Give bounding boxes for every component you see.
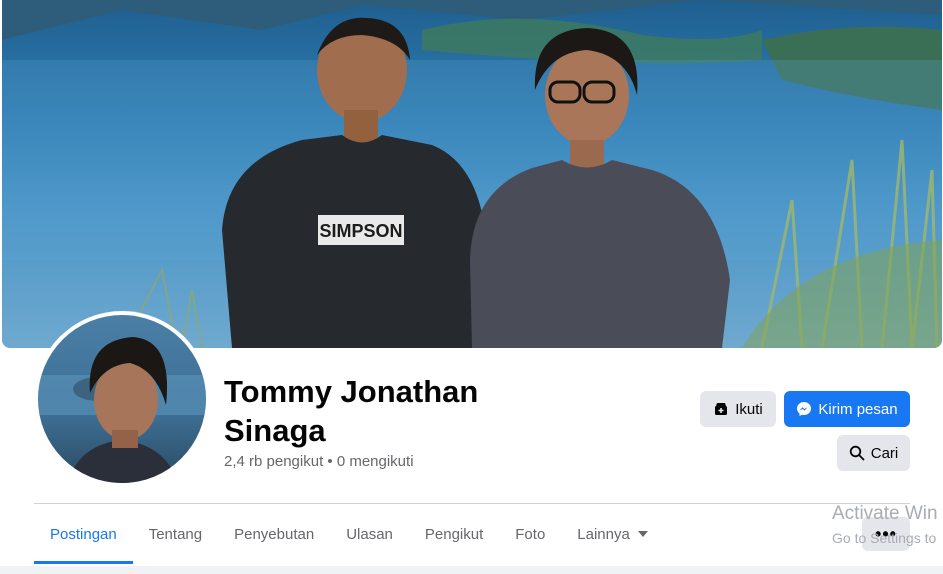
profile-tabs: Postingan Tentang Penyebutan Ulasan Peng… [34,505,664,565]
tab-pengikut[interactable]: Pengikut [409,505,499,563]
send-message-button[interactable]: Kirim pesan [784,391,910,427]
tab-tentang[interactable]: Tentang [133,505,218,563]
tab-label: Postingan [50,525,117,543]
profile-name: Tommy Jonathan Sinaga [224,374,479,448]
tab-label: Tentang [148,525,203,543]
cover-photo[interactable]: SIMPSON [2,0,942,348]
search-icon [849,445,865,461]
follow-button[interactable]: Ikuti [700,391,776,427]
follow-icon [715,403,728,415]
follower-stats[interactable]: 2,4 rb pengikut • 0 mengikuti [224,453,414,470]
tab-foto[interactable]: Foto [499,505,561,563]
tab-postingan[interactable]: Postingan [34,505,133,564]
tab-label: Pengikut [424,525,484,543]
cover-photo-illustration: SIMPSON [2,0,942,348]
tab-label: Ulasan [346,525,393,543]
watermark-line-1: Activate Win [832,503,938,524]
profile-avatar[interactable] [34,311,210,487]
tab-penyebutan[interactable]: Penyebutan [218,505,330,563]
tab-label: Lainnya [577,525,630,543]
tab-lainnya[interactable]: Lainnya [561,505,664,563]
search-label: Cari [870,444,899,462]
send-message-label: Kirim pesan [818,400,898,418]
watermark-line-2: Go to Settings to [832,530,937,546]
tab-label: Penyebutan [234,525,315,543]
follow-label: Ikuti [735,400,763,418]
content-background [0,566,943,574]
search-button[interactable]: Cari [837,435,910,471]
shirt-text: SIMPSON [319,221,402,241]
header-divider [34,503,910,504]
tab-label: Foto [515,525,546,543]
chevron-down-icon [637,531,648,537]
avatar-image [38,315,206,483]
messenger-icon [797,402,812,416]
tab-ulasan[interactable]: Ulasan [330,505,409,563]
activate-windows-watermark: Activate Win Go to Settings to [832,503,938,548]
